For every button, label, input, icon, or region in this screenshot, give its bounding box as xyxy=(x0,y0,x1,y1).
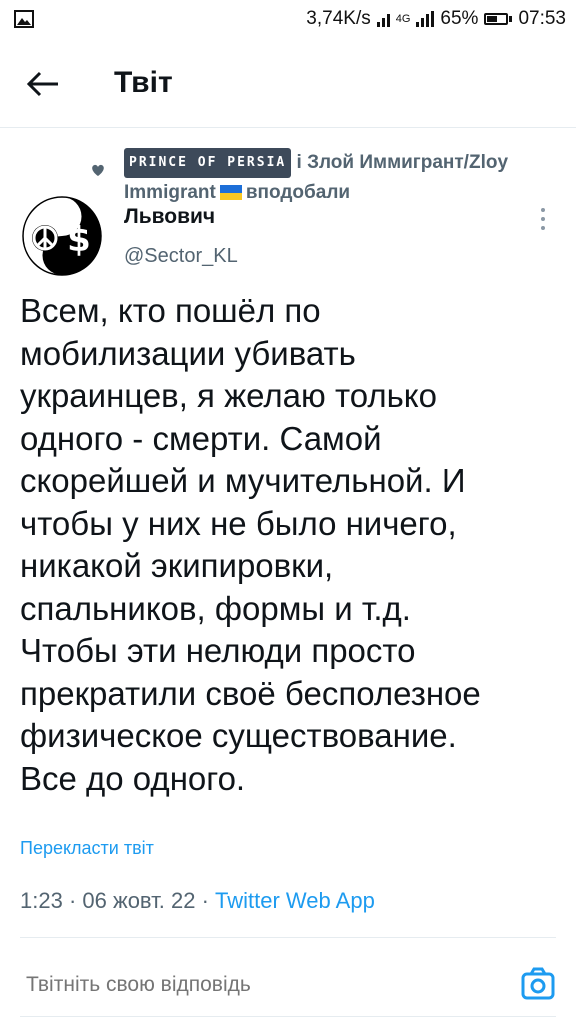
top-app-bar: Твіт xyxy=(0,40,576,128)
source-app-link[interactable]: Twitter Web App xyxy=(215,888,375,913)
battery-percent: 65% xyxy=(440,8,479,29)
reply-input[interactable] xyxy=(24,972,299,998)
tweet-date: 06 жовт. 22 xyxy=(82,888,196,913)
more-options-icon[interactable] xyxy=(536,206,550,232)
heart-icon xyxy=(92,164,104,176)
avatar[interactable]: $ xyxy=(22,196,102,276)
tweet-time: 1:23 xyxy=(20,888,63,913)
meta-separator: · xyxy=(62,888,83,913)
svg-text:$: $ xyxy=(67,220,91,260)
page-title: Твіт xyxy=(114,66,173,99)
signal-icon xyxy=(376,11,390,27)
divider xyxy=(20,937,556,938)
camera-icon[interactable] xyxy=(520,966,556,1002)
network-speed: 3,74K/s xyxy=(306,8,371,29)
peace-dollar-yin-yang-avatar: $ xyxy=(22,196,102,276)
tweet-meta: 1:23 · 06 жовт. 22 · Twitter Web App xyxy=(20,888,375,914)
status-bar: 3,74K/s 4G 65% 07:53 xyxy=(0,0,576,40)
signal-4g-icon xyxy=(416,11,435,27)
battery-icon xyxy=(484,13,513,25)
author-handle[interactable]: @Sector_KL xyxy=(124,245,238,268)
reply-bar xyxy=(0,946,576,1024)
liked-action: вподобали xyxy=(245,182,351,203)
liker-name-fancy[interactable]: PRINCE OF PERSIA xyxy=(124,148,292,178)
image-notification-icon xyxy=(14,10,34,28)
bottom-divider xyxy=(20,1016,556,1017)
conjunction: і xyxy=(291,152,308,173)
liked-by-context: PRINCE OF PERSIA і Злой Иммигрант/Zloy I… xyxy=(124,148,544,208)
tweet-text: Всем, кто пошёл по мобилизации убивать у… xyxy=(20,292,481,797)
clock: 07:53 xyxy=(518,8,566,29)
ukraine-flag-icon xyxy=(219,185,242,200)
meta-separator-2: · xyxy=(195,888,216,913)
author-name[interactable]: Львович xyxy=(124,205,215,229)
arrow-left-icon[interactable] xyxy=(24,66,64,102)
network-type: 4G xyxy=(395,13,411,25)
translate-tweet-link[interactable]: Перекласти твіт xyxy=(20,838,154,859)
